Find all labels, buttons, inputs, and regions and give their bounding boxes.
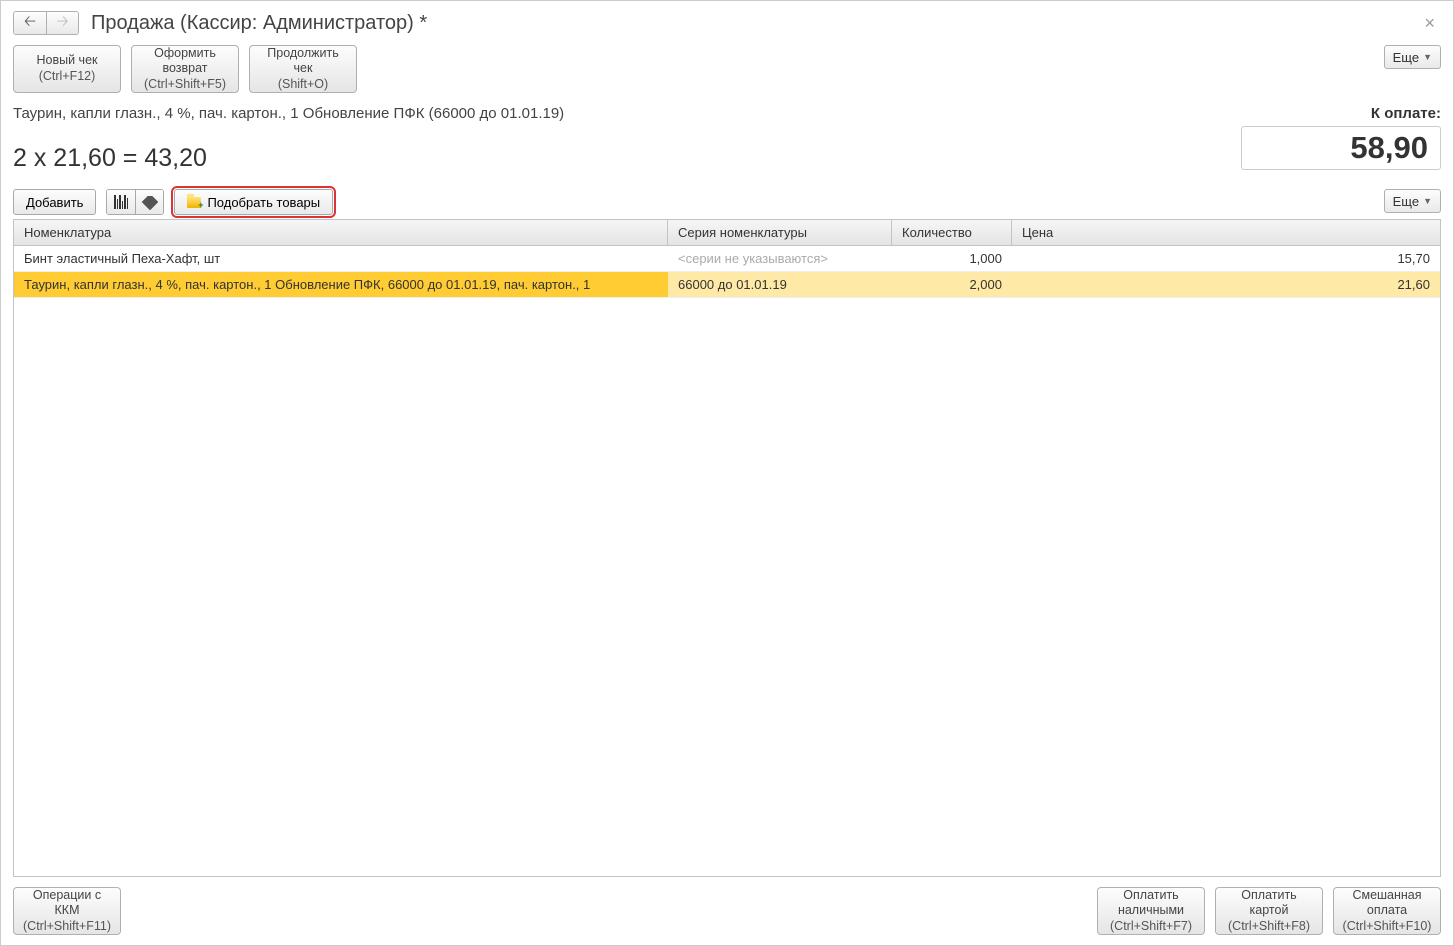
barcode-icon (114, 195, 128, 209)
close-icon[interactable]: × (1418, 13, 1441, 34)
payment-total: 58,90 (1241, 126, 1441, 170)
top-button-row: Новый чек (Ctrl+F12) Оформить возврат (C… (13, 45, 1441, 93)
new-receipt-label: Новый чек (37, 53, 98, 69)
pos-sale-window: 🡠 🡢 Продажа (Кассир: Администратор) * × … (0, 0, 1454, 946)
more-button-grid-label: Еще (1393, 194, 1419, 209)
cell-quantity: 2,000 (892, 272, 1012, 297)
footer-buttons: Операции с ККМ (Ctrl+Shift+F11) Оплатить… (13, 887, 1441, 935)
cell-price: 21,60 (1012, 272, 1440, 297)
cell-series: 66000 до 01.01.19 (668, 272, 892, 297)
pay-card-shortcut: (Ctrl+Shift+F8) (1228, 919, 1310, 935)
folder-add-icon (187, 197, 201, 208)
pay-mixed-label-1: Смешанная (1352, 888, 1421, 904)
grid-body: Бинт эластичный Пеха-Хафт, шт<серии не у… (14, 246, 1440, 876)
grid-header: Номенклатура Серия номенклатуры Количест… (14, 220, 1440, 246)
pay-mixed-button[interactable]: Смешанная оплата (Ctrl+Shift+F10) (1333, 887, 1441, 935)
info-left: Таурин, капли глазн., 4 %, пач. картон.,… (13, 105, 1241, 173)
col-price[interactable]: Цена (1012, 220, 1440, 245)
info-row: Таурин, капли глазн., 4 %, пач. картон.,… (13, 105, 1441, 173)
current-product-line: Таурин, капли глазн., 4 %, пач. картон.,… (13, 105, 1241, 122)
issue-return-button[interactable]: Оформить возврат (Ctrl+Shift+F5) (131, 45, 239, 93)
continue-receipt-button[interactable]: Продолжить чек (Shift+O) (249, 45, 357, 93)
kkm-operations-button[interactable]: Операции с ККМ (Ctrl+Shift+F11) (13, 887, 121, 935)
pay-cash-label-2: наличными (1118, 903, 1184, 919)
payment-block: К оплате: 58,90 (1241, 105, 1441, 170)
issue-return-shortcut: (Ctrl+Shift+F5) (144, 77, 226, 93)
col-quantity[interactable]: Количество (892, 220, 1012, 245)
issue-return-label-2: возврат (162, 61, 207, 77)
icon-button-group (106, 189, 164, 215)
pick-goods-button[interactable]: Подобрать товары (174, 189, 333, 215)
table-row[interactable]: Таурин, капли глазн., 4 %, пач. картон.,… (14, 272, 1440, 298)
kkm-label-2: ККМ (55, 903, 80, 919)
kkm-shortcut: (Ctrl+Shift+F11) (23, 919, 111, 935)
barcode-button[interactable] (107, 190, 135, 214)
new-receipt-button[interactable]: Новый чек (Ctrl+F12) (13, 45, 121, 93)
page-title: Продажа (Кассир: Администратор) * (91, 12, 427, 35)
pay-mixed-label-2: оплата (1367, 903, 1407, 919)
pay-cash-shortcut: (Ctrl+Shift+F7) (1110, 919, 1192, 935)
table-row[interactable]: Бинт эластичный Пеха-Хафт, шт<серии не у… (14, 246, 1440, 272)
continue-receipt-label-2: чек (294, 61, 313, 77)
chevron-down-icon: ▼ (1423, 196, 1432, 206)
more-button-top[interactable]: Еще ▼ (1384, 45, 1441, 69)
continue-receipt-label-1: Продолжить (267, 46, 338, 62)
cell-quantity: 1,000 (892, 246, 1012, 271)
tag-icon (141, 194, 158, 211)
pay-mixed-shortcut: (Ctrl+Shift+F10) (1343, 919, 1432, 935)
chevron-down-icon: ▼ (1423, 52, 1432, 62)
cell-nomenclature: Бинт эластичный Пеха-Хафт, шт (14, 246, 668, 271)
cell-price: 15,70 (1012, 246, 1440, 271)
cell-nomenclature: Таурин, капли глазн., 4 %, пач. картон.,… (14, 272, 668, 297)
more-button-top-label: Еще (1393, 50, 1419, 65)
nav-buttons: 🡠 🡢 (13, 11, 79, 35)
payment-label: К оплате: (1241, 105, 1441, 122)
pay-cash-button[interactable]: Оплатить наличными (Ctrl+Shift+F7) (1097, 887, 1205, 935)
cell-series: <серии не указываются> (668, 246, 892, 271)
pick-goods-label: Подобрать товары (207, 195, 320, 210)
nav-back-button[interactable]: 🡠 (14, 12, 46, 34)
pay-cash-label-1: Оплатить (1123, 888, 1178, 904)
new-receipt-shortcut: (Ctrl+F12) (39, 69, 96, 85)
add-button[interactable]: Добавить (13, 189, 96, 215)
issue-return-label-1: Оформить (154, 46, 216, 62)
pay-card-button[interactable]: Оплатить картой (Ctrl+Shift+F8) (1215, 887, 1323, 935)
titlebar: 🡠 🡢 Продажа (Кассир: Администратор) * × (13, 11, 1441, 35)
tag-button[interactable] (135, 190, 163, 214)
grid-toolbar: Добавить Подобрать товары Еще ▼ (13, 189, 1441, 215)
calculation-line: 2 х 21,60 = 43,20 (13, 144, 1241, 173)
col-series[interactable]: Серия номенклатуры (668, 220, 892, 245)
more-button-grid[interactable]: Еще ▼ (1384, 189, 1441, 213)
nav-forward-button[interactable]: 🡢 (46, 12, 78, 34)
pay-card-label-2: картой (1250, 903, 1289, 919)
continue-receipt-shortcut: (Shift+O) (278, 77, 328, 93)
col-nomenclature[interactable]: Номенклатура (14, 220, 668, 245)
pay-card-label-1: Оплатить (1241, 888, 1296, 904)
items-grid: Номенклатура Серия номенклатуры Количест… (13, 219, 1441, 877)
kkm-label-1: Операции с (33, 888, 101, 904)
